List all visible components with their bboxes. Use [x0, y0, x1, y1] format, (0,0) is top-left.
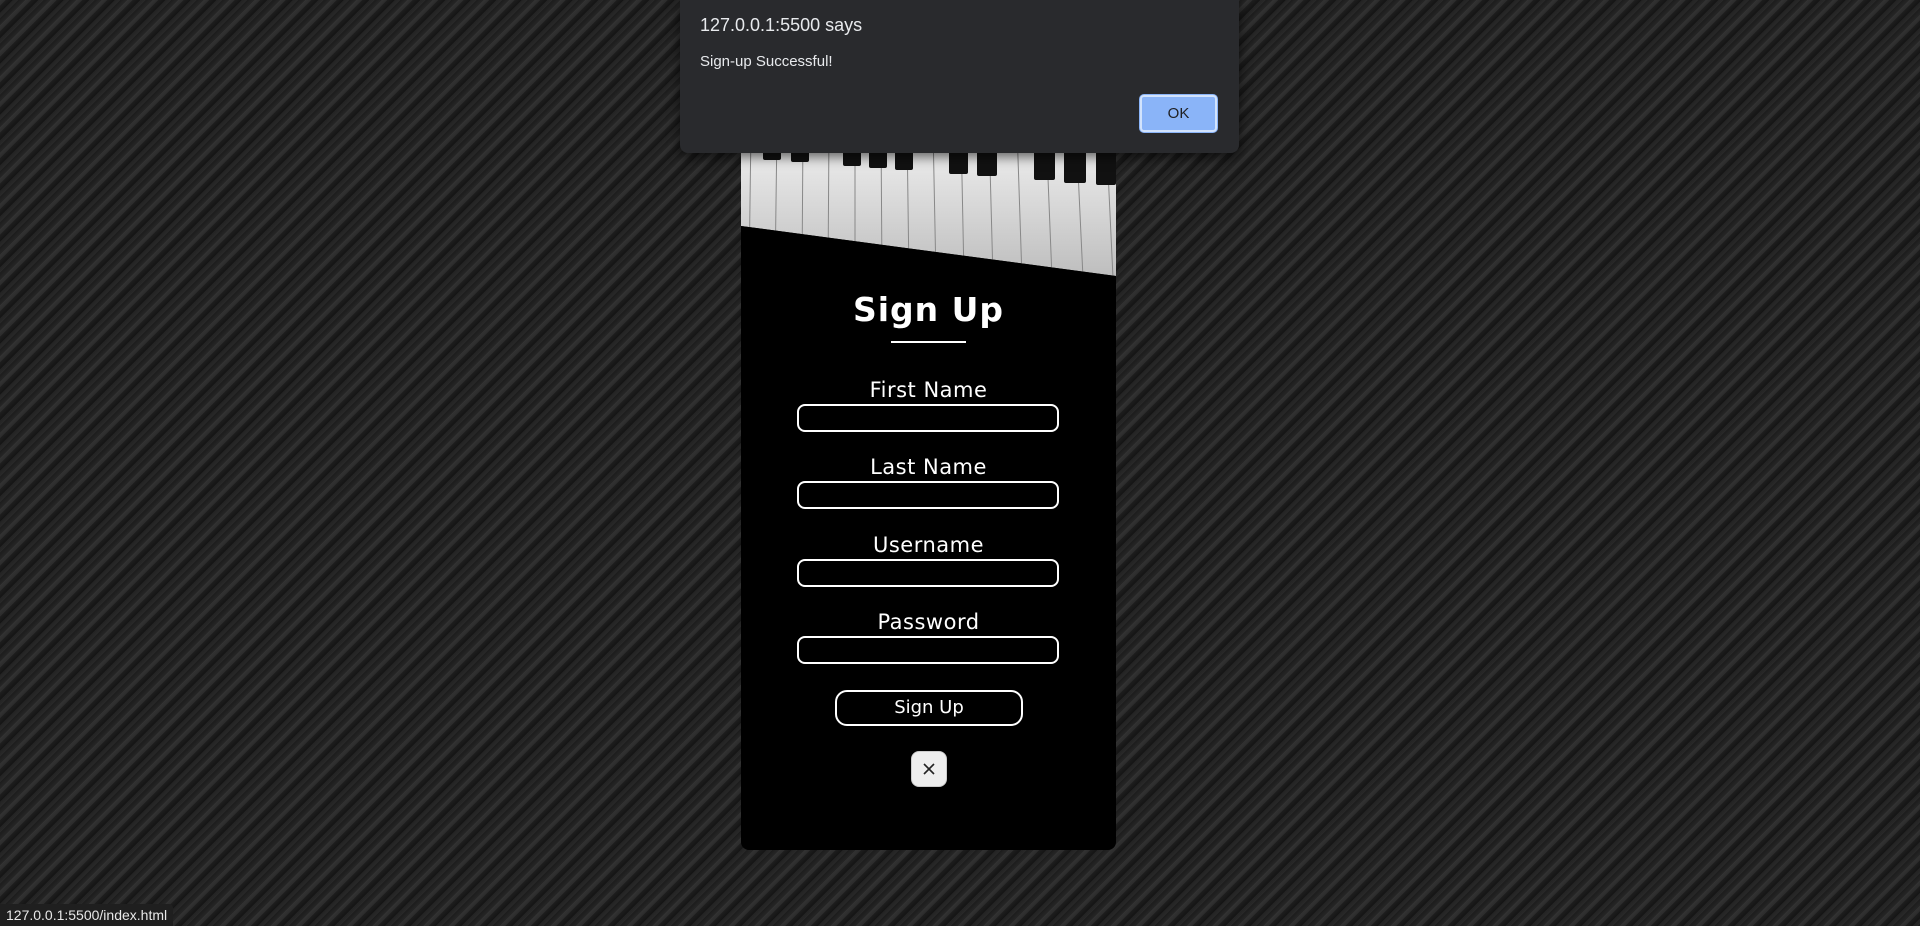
- last-name-input[interactable]: [797, 481, 1059, 509]
- signup-card: Sign Up First Name Last Name Username Pa…: [741, 128, 1116, 850]
- page-title: Sign Up: [852, 290, 1005, 329]
- dialog-message: Sign-up Successful!: [700, 53, 833, 70]
- dialog-title: 127.0.0.1:5500 says: [700, 15, 863, 35]
- close-button[interactable]: [911, 751, 947, 787]
- sign-up-button[interactable]: Sign Up: [835, 690, 1023, 726]
- close-icon: [923, 763, 935, 775]
- status-bar-url: 127.0.0.1:5500/index.html: [0, 904, 174, 926]
- ok-button[interactable]: OK: [1140, 95, 1217, 132]
- last-name-label: Last Name: [870, 455, 987, 479]
- username-label: Username: [872, 533, 985, 557]
- password-input[interactable]: [797, 636, 1059, 664]
- password-label: Password: [877, 610, 980, 634]
- alert-dialog: 127.0.0.1:5500 says Sign-up Successful! …: [680, 0, 1239, 153]
- first-name-label: First Name: [869, 378, 988, 402]
- title-underline: [891, 341, 966, 343]
- first-name-input[interactable]: [797, 404, 1059, 432]
- username-input[interactable]: [797, 559, 1059, 587]
